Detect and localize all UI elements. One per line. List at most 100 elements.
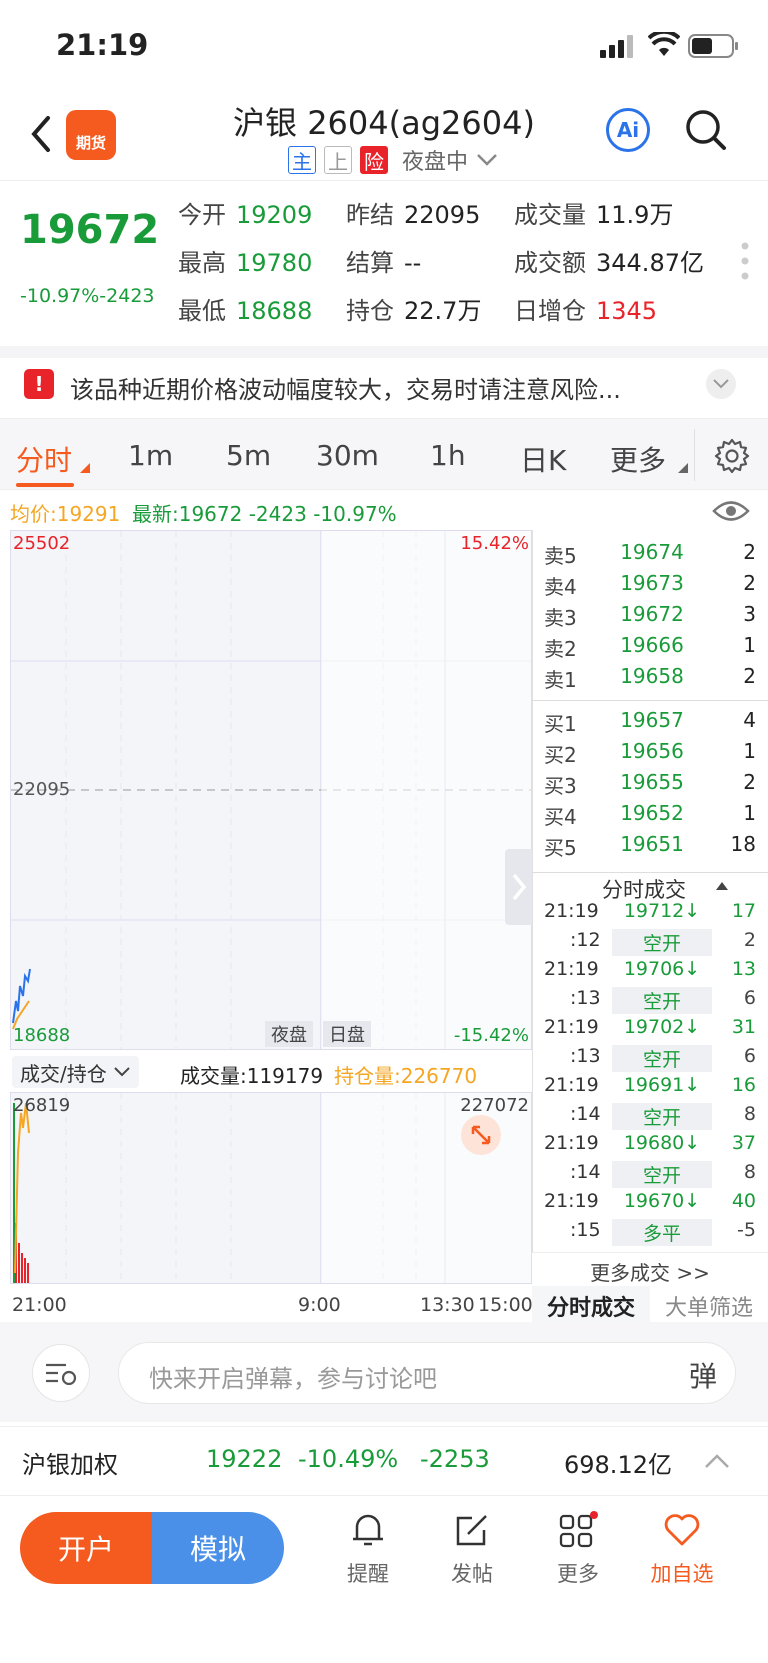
trade-oi-change: 8 [743,1103,756,1125]
search-icon[interactable] [684,108,728,152]
more-trades-link[interactable]: 更多成交 >> [532,1252,768,1286]
indicator-selector[interactable]: 成交/持仓 [12,1056,139,1088]
tab-daily-k[interactable]: 日K [520,439,566,479]
oi-stat: 持仓 22.7万 [346,291,481,326]
watchlist-nav-item[interactable]: 加自选 [642,1508,722,1588]
trade-detail-row: :13 空开 6 [532,1045,768,1074]
tab-more[interactable]: 更多 [610,439,666,479]
turnover-stat: 成交额 344.87亿 [514,243,704,278]
grid-icon [559,1511,598,1548]
ask-label: 卖3 [544,606,577,630]
ai-assistant-button[interactable]: Ai [606,108,650,152]
y-mid-label: 22095 [13,779,71,800]
chart-period-tabs: 分时 1m 5m 30m 1h 日K 更多 [0,418,768,490]
bid-price: 19655 [620,770,684,794]
settle-label: 结算 [346,249,394,277]
bid-volume: 1 [743,739,756,763]
trade-type: 空开 [612,1161,712,1188]
price-line [12,968,31,1030]
chevron-down-icon[interactable] [476,153,498,167]
pct-max-label: 15.42% [460,533,529,554]
chevron-up-icon[interactable] [704,1453,730,1469]
bid-row[interactable]: 买1 19657 4 [532,708,768,739]
tab-intraday-trades[interactable]: 分时成交 [532,1286,650,1322]
weighted-index-bar[interactable]: 沪银加权 19222 -10.49% -2253 698.12亿 [0,1426,768,1496]
tab-1m[interactable]: 1m [128,439,173,472]
time-label-close: 15:00 [478,1294,533,1316]
danmaku-input[interactable]: 快来开启弹幕，参与讨论吧 弹 [118,1342,736,1404]
ask-row[interactable]: 卖3 19672 3 [532,602,768,633]
danmaku-placeholder: 快来开启弹幕，参与讨论吧 [149,1365,437,1393]
trade-detail-row: :14 空开 8 [532,1161,768,1190]
high-stat: 最高 19780 [178,243,312,278]
trade-seconds: :15 [570,1219,601,1241]
ask-label: 卖1 [544,668,577,692]
bid-row[interactable]: 买3 19655 2 [532,770,768,801]
risk-notice[interactable]: ! 该品种近期价格波动幅度较大，交易时请注意风险... [0,358,768,416]
indicator-selector-label: 成交/持仓 [20,1061,107,1086]
trade-row: 21:19 19680↓ 37 [532,1132,768,1161]
turnover-label: 成交额 [514,249,586,277]
tab-intraday[interactable]: 分时 [16,439,72,479]
fullscreen-icon[interactable] [461,1115,501,1155]
bid-volume: 18 [730,832,756,856]
open-account-button[interactable]: 开户 [20,1512,152,1584]
ask-label: 卖2 [544,637,577,661]
ask-row[interactable]: 卖4 19673 2 [532,571,768,602]
collapse-arrow-icon[interactable] [716,882,728,890]
last-price: 19672 [20,207,160,253]
low-label: 最低 [178,297,226,325]
bid-label: 买1 [544,712,577,736]
edit-icon [456,1515,487,1546]
bid-row[interactable]: 买2 19656 1 [532,739,768,770]
time-axis: 21:00 9:00 13:30 15:00 [10,1292,533,1320]
tab-more-corner-icon [678,463,688,473]
gear-icon[interactable] [714,437,750,473]
open-interest-text: 持仓量:226770 [334,1064,478,1088]
open-value: 19209 [236,201,313,229]
expand-chevron-icon[interactable] [706,369,736,399]
tab-large-order-filter[interactable]: 大单筛选 [650,1286,768,1322]
trade-price: 19706↓ [623,958,701,980]
ask-row[interactable]: 卖2 19666 1 [532,633,768,664]
heart-icon [664,1514,700,1546]
oi-max-label: 227072 [460,1095,529,1116]
quote-summary: 19672 -10.97%-2423 今开 19209 昨结 22095 成交量 11… [0,180,768,346]
trade-seconds: :13 [570,987,601,1009]
trade-seconds: :12 [570,929,601,951]
high-label: 最高 [178,249,226,277]
bid-row[interactable]: 买4 19652 1 [532,801,768,832]
alert-label: 提醒 [347,1562,389,1586]
volume-chart[interactable]: 26819 227072 [10,1092,532,1284]
simulated-trading-button[interactable]: 模拟 [152,1512,284,1584]
ask-row[interactable]: 卖1 19658 2 [532,664,768,695]
high-value: 19780 [236,249,313,277]
tab-30m[interactable]: 30m [316,439,379,472]
eye-icon[interactable] [712,498,750,524]
more-nav-item[interactable]: 更多 [538,1508,618,1588]
time-label-start: 21:00 [12,1294,67,1316]
tab-1h[interactable]: 1h [430,439,466,472]
expand-panel-handle[interactable] [505,849,533,925]
post-nav-item[interactable]: 发帖 [432,1508,512,1588]
danmaku-toggle-button[interactable]: 弹 [689,1355,717,1395]
more-dots-icon[interactable] [740,241,750,281]
ask-volume: 2 [743,571,756,595]
volume-grid [13,1093,531,1283]
intraday-chart[interactable]: 25502 22095 18688 15.42% -15.42% 夜盘 日盘 [10,530,533,1050]
bid-row[interactable]: 买5 19651 18 [532,832,768,863]
tab-5m[interactable]: 5m [226,439,271,472]
danmaku-settings-icon[interactable] [32,1344,90,1402]
bid-label: 买5 [544,836,577,860]
trade-row: 21:19 19702↓ 31 [532,1016,768,1045]
trade-type: 空开 [612,1045,712,1072]
volume-header: 成交/持仓 成交量:119179 持仓量:226770 [10,1054,532,1090]
volume-stat: 成交量 11.9万 [514,195,673,230]
post-label: 发帖 [451,1562,493,1586]
trade-detail-row: :12 空开 2 [532,929,768,958]
alert-nav-item[interactable]: 提醒 [328,1508,408,1588]
ask-row[interactable]: 卖5 19674 2 [532,540,768,571]
ask-volume: 2 [743,664,756,688]
session-status[interactable]: 夜盘中 [402,144,468,176]
watchlist-label: 加自选 [650,1562,714,1586]
